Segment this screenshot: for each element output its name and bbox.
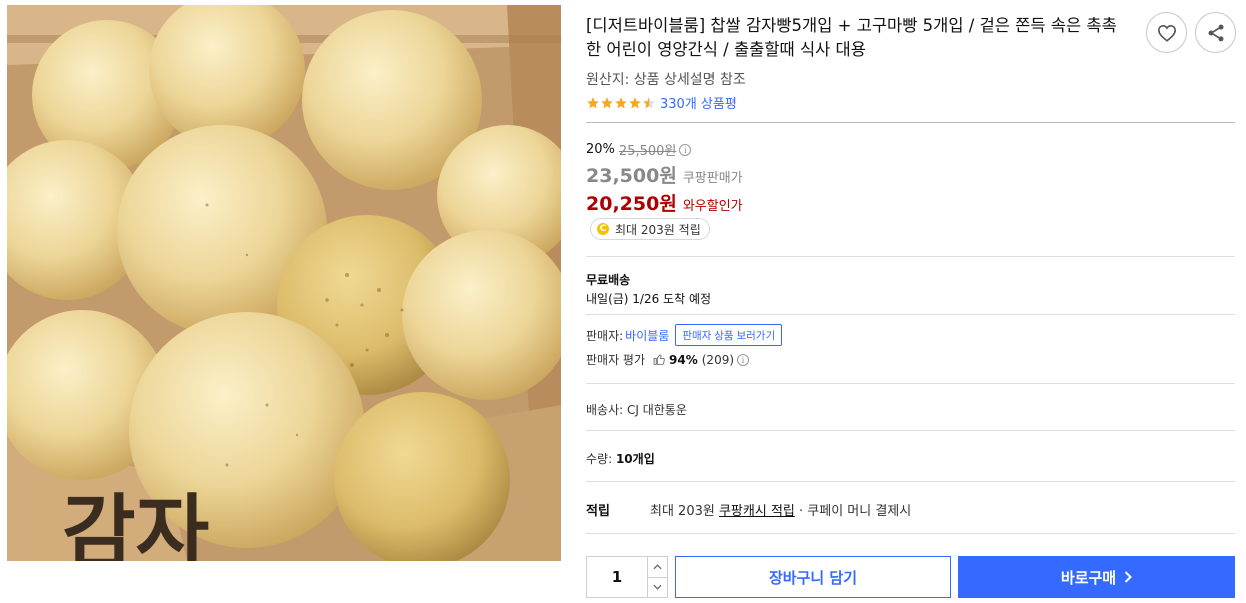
wish-button[interactable] bbox=[1146, 12, 1187, 53]
share-icon bbox=[1208, 24, 1223, 41]
buy-now-button[interactable]: 바로구매 bbox=[958, 556, 1235, 598]
divider bbox=[586, 314, 1235, 315]
price-block: 20% 25,500원 i 23,500원 쿠팡판매가 20,250원 와우할인… bbox=[586, 140, 743, 216]
share-button[interactable] bbox=[1195, 12, 1236, 53]
rating-stars bbox=[586, 96, 656, 110]
star-icon bbox=[601, 96, 613, 108]
points-suffix: · 쿠페이 머니 결제시 bbox=[794, 504, 912, 519]
chevron-right-icon bbox=[1124, 571, 1133, 583]
coupang-cash-link[interactable]: 쿠팡캐시 적립 bbox=[719, 504, 795, 519]
info-icon[interactable]: i bbox=[737, 353, 750, 366]
info-icon[interactable]: i bbox=[679, 143, 692, 156]
points-text: 최대 203원 쿠팡캐시 적립 · 쿠페이 머니 결제시 bbox=[650, 500, 911, 519]
discount-row: 20% 25,500원 i bbox=[586, 140, 743, 159]
original-price: 25,500원 bbox=[618, 144, 677, 159]
divider bbox=[586, 383, 1235, 384]
product-info-panel: [디저트바이블룸] 찹쌀 감자빵5개입 + 고구마빵 5개입 / 겉은 쫀득 속… bbox=[586, 0, 1236, 603]
product-title: [디저트바이블룸] 찹쌀 감자빵5개입 + 고구마빵 5개입 / 겉은 쫀득 속… bbox=[586, 16, 1117, 59]
sale-price-row: 23,500원 쿠팡판매가 bbox=[586, 161, 743, 188]
star-icon bbox=[629, 96, 641, 108]
divider bbox=[586, 122, 1235, 123]
divider bbox=[586, 256, 1235, 257]
delivery-date: 내일(금) 1/26 도착 예정 bbox=[586, 292, 712, 306]
wow-price: 20,250원 bbox=[586, 193, 677, 215]
divider bbox=[586, 430, 1235, 431]
sale-price: 23,500원 bbox=[586, 165, 677, 187]
seller-rating-label: 판매자 평가 bbox=[586, 353, 646, 367]
discount-rate: 20% bbox=[586, 142, 615, 157]
seller-label: 판매자: bbox=[586, 328, 624, 343]
buy-now-label: 바로구매 bbox=[1060, 568, 1117, 587]
box-text: 감자 bbox=[62, 486, 209, 561]
rating-row: 330개 상품평 bbox=[586, 93, 737, 112]
cash-reward-text: 최대 203원 적립 bbox=[615, 222, 701, 237]
heart-icon bbox=[1157, 24, 1176, 42]
origin-text: 원산지: 상품 상세설명 참조 bbox=[586, 72, 746, 88]
star-icon bbox=[615, 96, 627, 108]
seller-rating-percent: 94% bbox=[669, 352, 698, 367]
add-to-cart-button[interactable]: 장바구니 담기 bbox=[675, 556, 951, 598]
sale-price-label: 쿠팡판매가 bbox=[682, 171, 743, 186]
seller-row: 판매자: 바이블룸 판매자 상품 보러가기 bbox=[586, 324, 783, 346]
coin-icon: C bbox=[597, 223, 609, 235]
carrier-text: 배송사: CJ 대한통운 bbox=[586, 403, 687, 417]
divider bbox=[586, 481, 1235, 482]
product-image[interactable]: 감자 bbox=[7, 5, 561, 561]
quantity-value: 10개입 bbox=[615, 452, 655, 466]
quantity-info: 수량: 10개입 bbox=[586, 450, 655, 467]
quantity-decrease-button[interactable] bbox=[648, 576, 667, 598]
points-prefix: 최대 203원 bbox=[650, 504, 719, 519]
wow-price-label: 와우할인가 bbox=[682, 199, 743, 214]
quantity-increase-button[interactable] bbox=[648, 557, 667, 577]
review-count-link[interactable]: 330개 상품평 bbox=[660, 93, 737, 112]
chevron-up-icon bbox=[653, 564, 662, 569]
star-icon bbox=[587, 96, 599, 108]
delivery-title: 무료배송 bbox=[586, 273, 631, 287]
divider bbox=[586, 533, 1235, 534]
points-title: 적립 bbox=[586, 504, 610, 519]
quantity-label: 수량: bbox=[586, 452, 613, 466]
chevron-down-icon bbox=[653, 585, 662, 590]
star-half-icon bbox=[643, 96, 655, 108]
cash-reward-badge: C 최대 203원 적립 bbox=[590, 218, 710, 240]
points-row: 적립 최대 203원 쿠팡캐시 적립 · 쿠페이 머니 결제시 bbox=[586, 500, 911, 519]
quantity-steps bbox=[647, 557, 667, 597]
seller-rating-count: (209) bbox=[701, 352, 735, 367]
thumbs-up-icon bbox=[653, 354, 665, 365]
seller-rating-row: 판매자 평가 94% (209) i bbox=[586, 351, 750, 368]
add-to-cart-label: 장바구니 담기 bbox=[768, 568, 858, 587]
seller-products-button[interactable]: 판매자 상품 보러가기 bbox=[675, 324, 783, 346]
quantity-stepper bbox=[586, 556, 668, 598]
seller-name-link[interactable]: 바이블룸 bbox=[625, 327, 669, 344]
wow-price-row: 20,250원 와우할인가 bbox=[586, 189, 743, 216]
quantity-input[interactable] bbox=[587, 557, 647, 597]
product-photo: 감자 bbox=[7, 5, 561, 561]
